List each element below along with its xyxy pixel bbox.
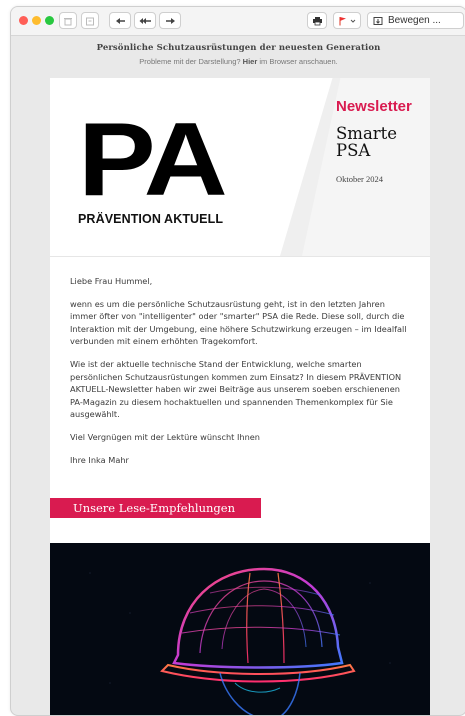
- second-paragraph: Wie ist der aktuelle technische Stand de…: [70, 358, 402, 420]
- move-button[interactable]: Bewegen ...: [367, 12, 464, 29]
- close-window-button[interactable]: [19, 16, 28, 25]
- browser-suffix: im Browser anschauen.: [257, 57, 338, 66]
- minimize-window-button[interactable]: [32, 16, 41, 25]
- move-button-label: Bewegen ...: [388, 15, 441, 26]
- reply-all-button[interactable]: [134, 12, 156, 29]
- reply-button[interactable]: [109, 12, 131, 29]
- newsletter-label: Newsletter: [336, 98, 412, 115]
- reply-icon: [115, 17, 125, 24]
- smart-helmet-illustration: [50, 543, 430, 715]
- forward-button[interactable]: [159, 12, 181, 29]
- newsletter-date: Oktober 2024: [336, 174, 383, 184]
- preheader-text: Persönliche Schutzausrüstungen der neues…: [96, 43, 381, 53]
- delete-button[interactable]: [59, 12, 77, 29]
- smart-helmet-image[interactable]: [50, 543, 430, 715]
- intro-paragraph: wenn es um die persönliche Schutzausrüst…: [70, 298, 407, 347]
- email-header: Persönliche Schutzausrüstungen der neues…: [11, 43, 465, 66]
- move-to-folder-icon: [373, 16, 383, 25]
- newsletter-card: PA PRÄVENTION AKTUELL Newsletter Smarte …: [50, 78, 430, 715]
- pa-logo-letters[interactable]: PA: [78, 108, 228, 212]
- pa-logo-subtitle: PRÄVENTION AKTUELL: [78, 212, 224, 226]
- newsletter-body: Liebe Frau Hummel, wenn es um die persön…: [50, 257, 430, 466]
- signature: Ihre Inka Mahr: [70, 454, 129, 465]
- mail-window: Bewegen ... Persönliche Schutzausrüstung…: [10, 6, 465, 716]
- forward-icon: [165, 17, 175, 24]
- zoom-window-button[interactable]: [45, 16, 54, 25]
- view-in-browser-link[interactable]: Hier: [243, 57, 258, 66]
- printer-icon: [312, 16, 322, 25]
- recommendations-heading: Unsere Lese-Empfehlungen: [50, 498, 261, 518]
- chevron-down-icon: [350, 19, 355, 23]
- reply-all-icon: [139, 17, 151, 24]
- archive-icon: [86, 17, 94, 25]
- greeting: Liebe Frau Hummel,: [70, 276, 153, 286]
- newsletter-hero: PA PRÄVENTION AKTUELL Newsletter Smarte …: [50, 78, 430, 256]
- red-flag-icon: [339, 16, 346, 25]
- newsletter-title: Smarte PSA: [336, 124, 398, 160]
- trash-icon: [64, 17, 72, 25]
- view-in-browser-line: Probleme mit der Darstellung? Hier im Br…: [11, 57, 465, 66]
- flag-button[interactable]: [333, 12, 361, 29]
- closing-line: Viel Vergnügen mit der Lektüre wünscht I…: [70, 431, 260, 442]
- archive-button[interactable]: [81, 12, 99, 29]
- print-button[interactable]: [307, 12, 327, 29]
- toolbar: Bewegen ...: [11, 7, 465, 36]
- browser-prefix: Probleme mit der Darstellung?: [139, 57, 243, 66]
